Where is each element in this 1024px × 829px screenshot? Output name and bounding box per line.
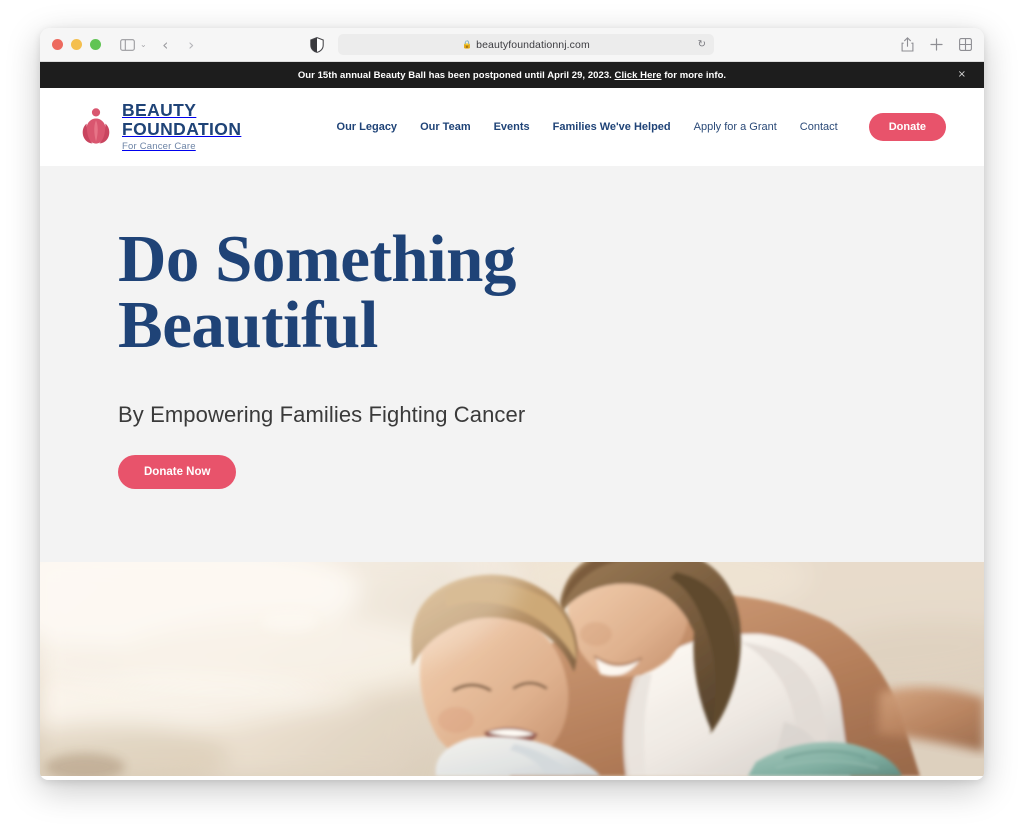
- logo-line-2: FOUNDATION: [122, 118, 242, 139]
- announcement-text-before: Our 15th annual Beauty Ball has been pos…: [297, 69, 615, 81]
- share-icon[interactable]: [901, 37, 914, 52]
- maximize-window-button[interactable]: [90, 39, 101, 50]
- hero-title-line-1: Do Something: [118, 222, 516, 296]
- announcement-close-icon[interactable]: ×: [958, 70, 966, 80]
- nav-item-events[interactable]: Events: [494, 121, 530, 133]
- toolbar-left-controls: ⌄ ‹ ›: [120, 36, 199, 54]
- hero-subtitle: By Empowering Families Fighting Cancer: [118, 401, 526, 427]
- sidebar-icon[interactable]: [120, 38, 135, 51]
- browser-toolbar: ⌄ ‹ › 🔒 beautyfoundationnj.com ↻: [40, 28, 984, 62]
- tab-grid-icon[interactable]: [959, 38, 972, 51]
- nav-item-our-legacy[interactable]: Our Legacy: [337, 121, 398, 133]
- plus-icon[interactable]: [930, 38, 943, 51]
- announcement-text-after: for more info.: [661, 69, 727, 81]
- beach-family-photo: [40, 562, 984, 776]
- lock-icon: 🔒: [462, 40, 473, 49]
- privacy-shield-icon[interactable]: [310, 36, 324, 53]
- close-window-button[interactable]: [52, 39, 63, 50]
- nav-item-contact[interactable]: Contact: [800, 121, 838, 133]
- url-content: 🔒 beautyfoundationnj.com: [462, 39, 590, 51]
- announcement-text: Our 15th annual Beauty Ball has been pos…: [298, 70, 726, 81]
- url-text: beautyfoundationnj.com: [476, 38, 590, 51]
- toolbar-right-controls: [901, 37, 972, 52]
- announcement-link[interactable]: Click Here: [615, 70, 662, 81]
- window-traffic-lights: [52, 39, 101, 50]
- reload-button[interactable]: ↻: [698, 39, 706, 50]
- hero-title: Do Something Beautiful: [118, 226, 944, 359]
- announcement-bar: Our 15th annual Beauty Ball has been pos…: [40, 62, 984, 88]
- url-input[interactable]: 🔒 beautyfoundationnj.com ↻: [338, 34, 714, 55]
- hero-photo: [40, 562, 984, 776]
- hero-title-line-2: Beautiful: [118, 288, 378, 363]
- site-header: BEAUTY FOUNDATION For Cancer Care Our Le…: [40, 88, 984, 166]
- tulip-flower-icon: [82, 108, 110, 144]
- logo-wordmark: BEAUTY FOUNDATION For Cancer Care: [122, 102, 241, 152]
- forward-button[interactable]: ›: [184, 36, 199, 54]
- logo-line-1: BEAUTY: [122, 100, 197, 121]
- hero-donate-now-button[interactable]: Donate Now: [118, 454, 237, 489]
- nav-donate-button[interactable]: Donate: [868, 113, 946, 141]
- site-logo[interactable]: BEAUTY FOUNDATION For Cancer Care: [80, 102, 241, 152]
- nav-item-apply-for-a-grant[interactable]: Apply for a Grant: [694, 121, 777, 133]
- nav-item-families-weve-helped[interactable]: Families We've Helped: [553, 121, 671, 133]
- primary-navigation: Our Legacy Our Team Events Families We'v…: [337, 113, 946, 141]
- nav-item-our-team[interactable]: Our Team: [420, 121, 471, 133]
- hero-section: Do Something Beautiful By Empowering Fam…: [40, 166, 984, 562]
- chevron-down-icon[interactable]: ⌄: [140, 40, 147, 49]
- browser-window: ⌄ ‹ › 🔒 beautyfoundationnj.com ↻ Our 15t…: [40, 28, 984, 780]
- minimize-window-button[interactable]: [71, 39, 82, 50]
- logo-tagline: For Cancer Care: [122, 141, 196, 153]
- back-button[interactable]: ‹: [158, 36, 173, 54]
